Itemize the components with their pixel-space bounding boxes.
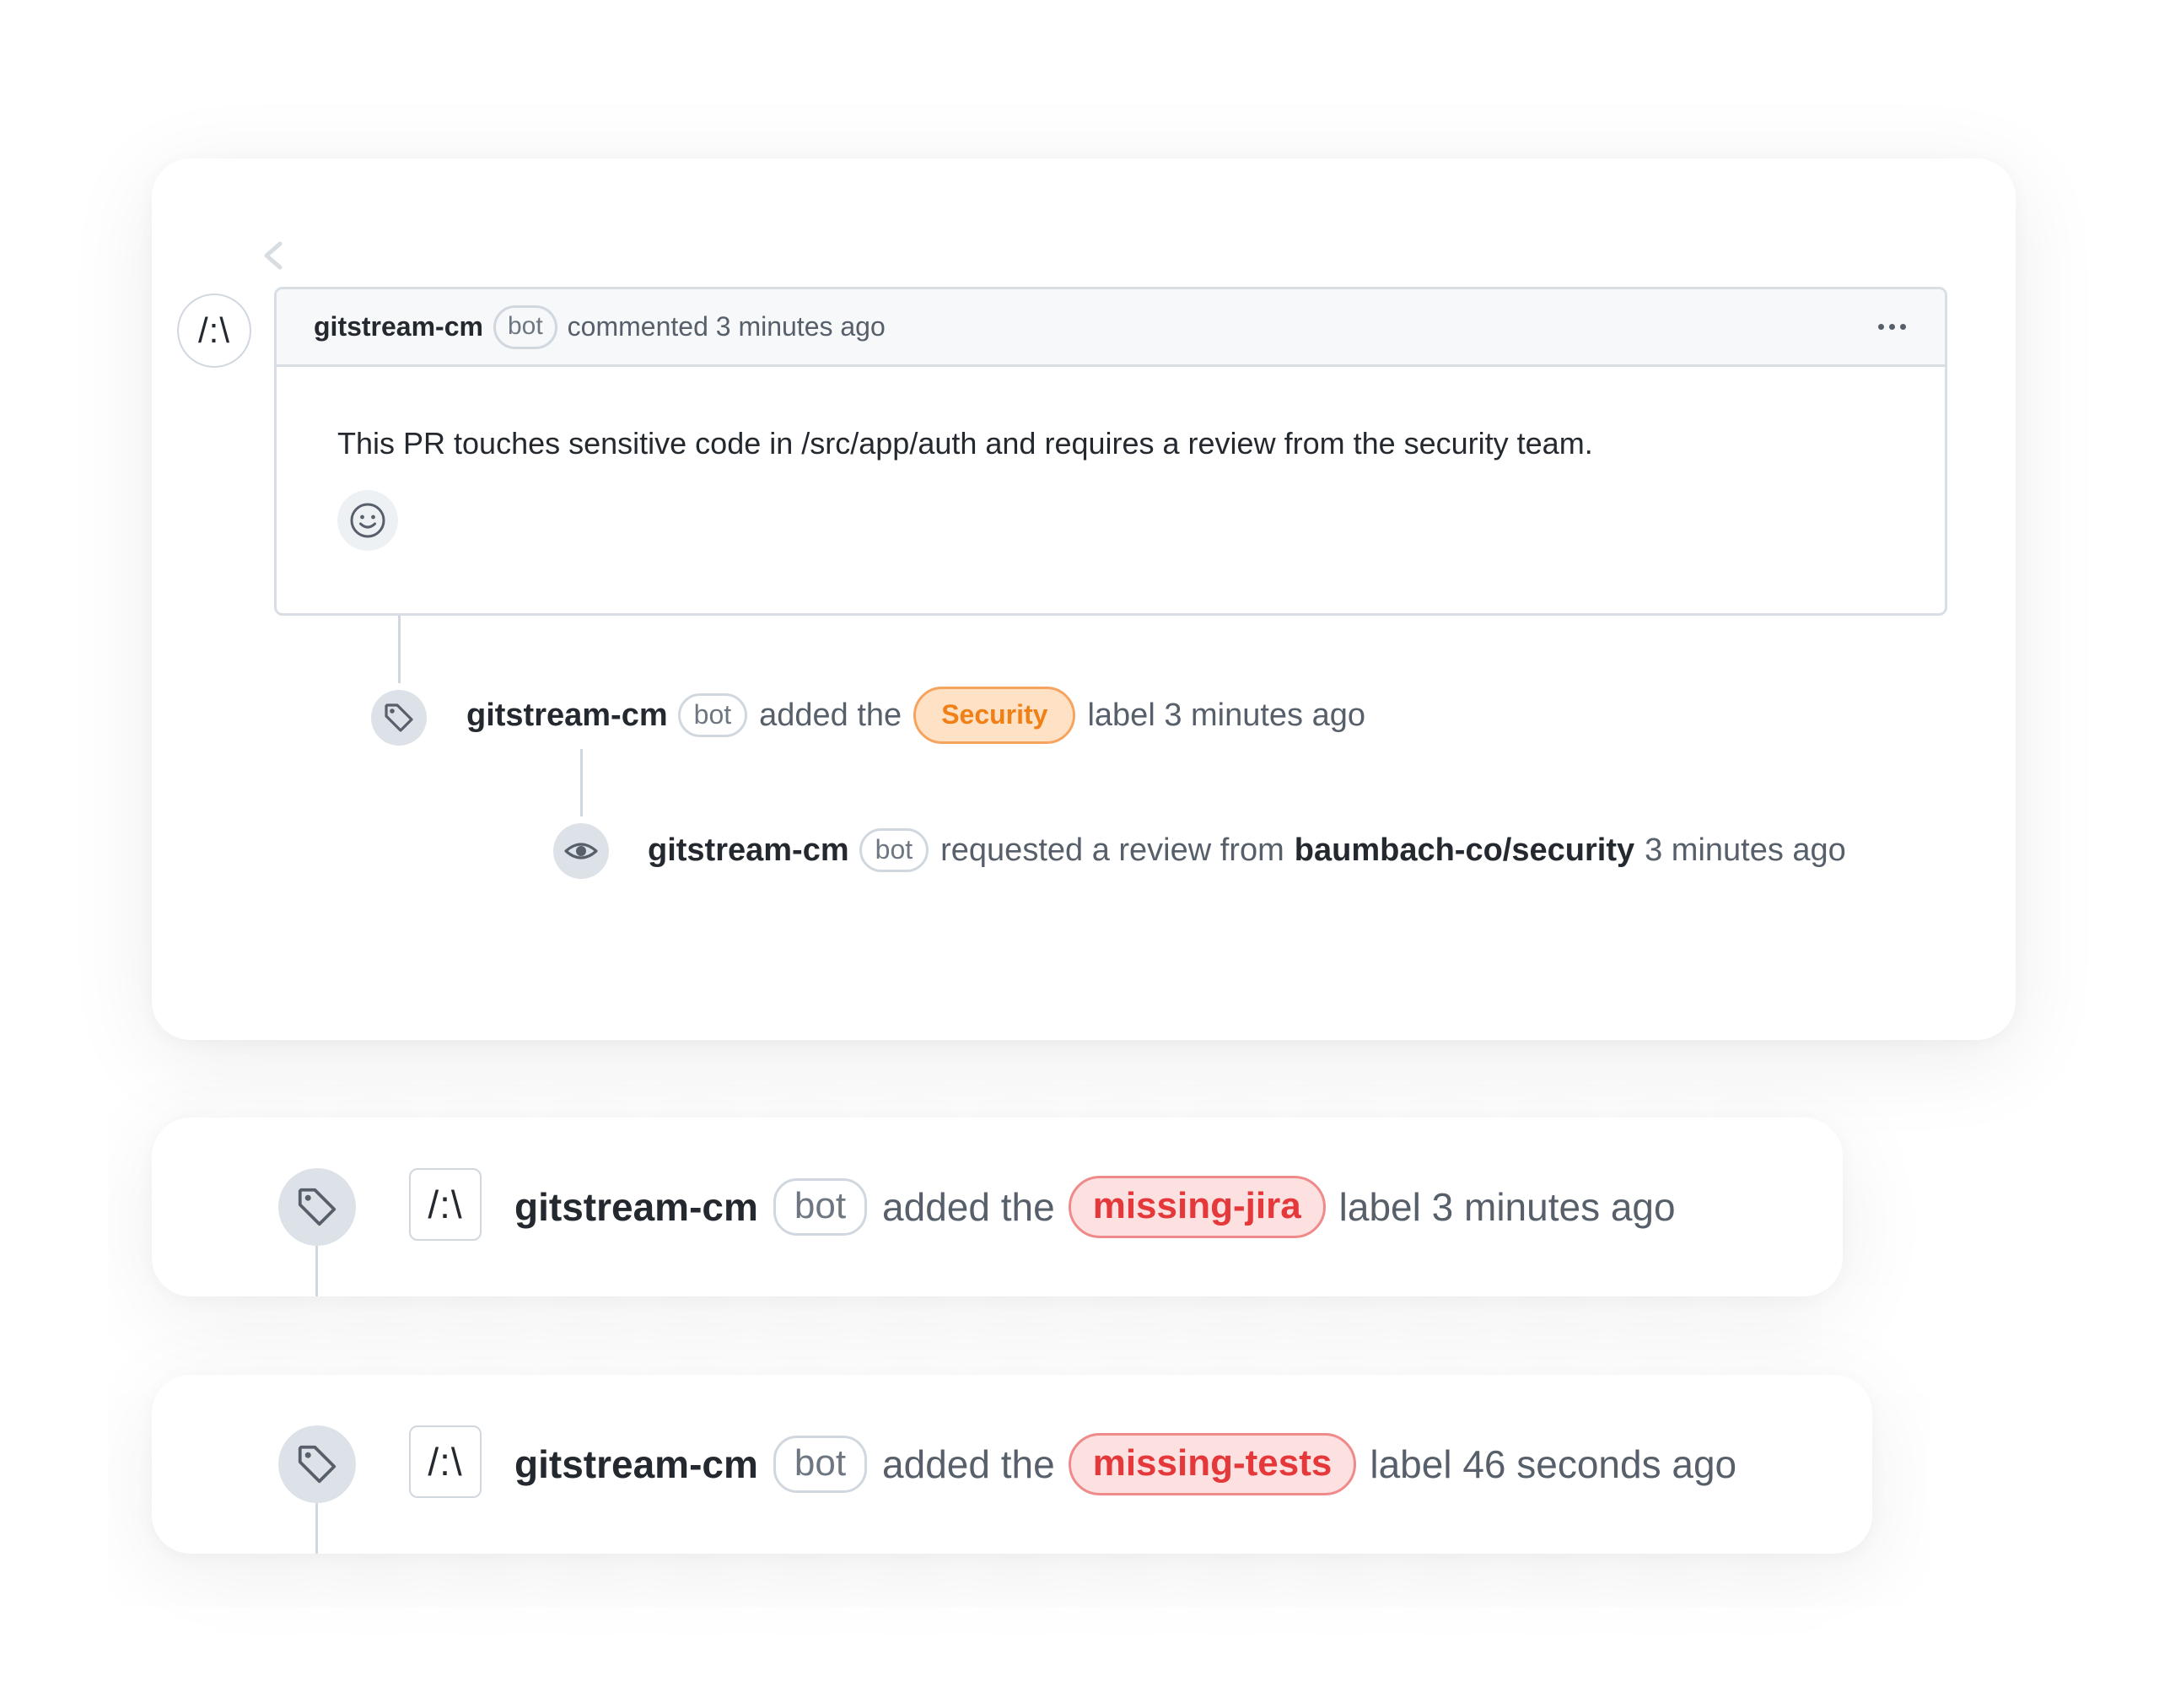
avatar-logo: /:\	[197, 310, 230, 350]
smiley-icon	[350, 503, 385, 538]
event-author[interactable]: gitstream-cm	[514, 1184, 758, 1230]
event-text: label 3 minutes ago	[1087, 697, 1366, 733]
event-text: requested a review from	[940, 832, 1284, 868]
timeline-event-label: gitstream-cm bot added the Security labe…	[466, 682, 1365, 749]
tag-icon	[385, 703, 413, 732]
comment-card: /:\ gitstream-cm bot commented 3 minutes…	[152, 159, 2016, 1040]
comment-header: gitstream-cm bot commented 3 minutes ago	[277, 289, 1945, 367]
avatar[interactable]: /:\	[409, 1168, 482, 1241]
event-text: added the	[759, 697, 902, 733]
event-text: added the	[882, 1185, 1055, 1229]
bot-badge: bot	[493, 304, 557, 349]
tag-icon-badge	[278, 1168, 356, 1246]
security-label[interactable]: Security	[913, 687, 1076, 744]
chevron-left-icon[interactable]	[260, 239, 287, 272]
eye-icon-badge	[553, 823, 609, 879]
missing-tests-label[interactable]: missing-tests	[1068, 1433, 1357, 1495]
bot-badge: bot	[773, 1178, 868, 1236]
event-text: label 46 seconds ago	[1370, 1442, 1737, 1486]
event-author[interactable]: gitstream-cm	[648, 832, 849, 869]
label-event-card: /:\ gitstream-cm bot added the missing-t…	[152, 1375, 1872, 1554]
tag-icon-badge	[371, 690, 427, 746]
comment-author[interactable]: gitstream-cm	[314, 311, 483, 342]
comment-box: gitstream-cm bot commented 3 minutes ago…	[274, 287, 1947, 616]
event-author[interactable]: gitstream-cm	[466, 698, 668, 734]
label-event-row: gitstream-cm bot added the missing-tests…	[514, 1424, 1736, 1505]
avatar[interactable]: /:\	[409, 1425, 482, 1498]
event-text: 3 minutes ago	[1645, 832, 1846, 868]
tag-icon-badge	[278, 1425, 356, 1503]
missing-jira-label[interactable]: missing-jira	[1068, 1176, 1326, 1238]
tag-icon	[298, 1445, 337, 1484]
bot-badge: bot	[859, 828, 929, 872]
tag-icon	[298, 1188, 337, 1226]
stage: /:\ gitstream-cm bot commented 3 minutes…	[0, 0, 2159, 1708]
event-text: added the	[882, 1442, 1055, 1486]
label-event-card: /:\ gitstream-cm bot added the missing-j…	[152, 1118, 1843, 1296]
review-target-team[interactable]: baumbach-co/security	[1295, 832, 1634, 869]
kebab-icon[interactable]	[1875, 310, 1909, 344]
timeline-event-review: gitstream-cm bot requested a review from…	[648, 816, 1846, 884]
timeline-line	[398, 616, 401, 683]
comment-body: This PR touches sensitive code in /src/a…	[337, 426, 1593, 461]
avatar-logo: /:\	[428, 1183, 463, 1226]
timeline-line	[580, 749, 583, 816]
label-event-row: gitstream-cm bot added the missing-jira …	[514, 1167, 1676, 1247]
add-reaction-button[interactable]	[337, 490, 398, 551]
eye-icon	[564, 843, 598, 859]
bot-badge: bot	[773, 1436, 868, 1493]
event-author[interactable]: gitstream-cm	[514, 1441, 758, 1487]
timeline-line	[315, 1503, 318, 1554]
event-text: label 3 minutes ago	[1338, 1185, 1676, 1229]
bot-badge: bot	[677, 693, 748, 737]
comment-meta: commented 3 minutes ago	[567, 311, 886, 342]
avatar-logo: /:\	[428, 1440, 463, 1484]
avatar[interactable]: /:\	[177, 294, 251, 368]
timeline-line	[315, 1246, 318, 1296]
